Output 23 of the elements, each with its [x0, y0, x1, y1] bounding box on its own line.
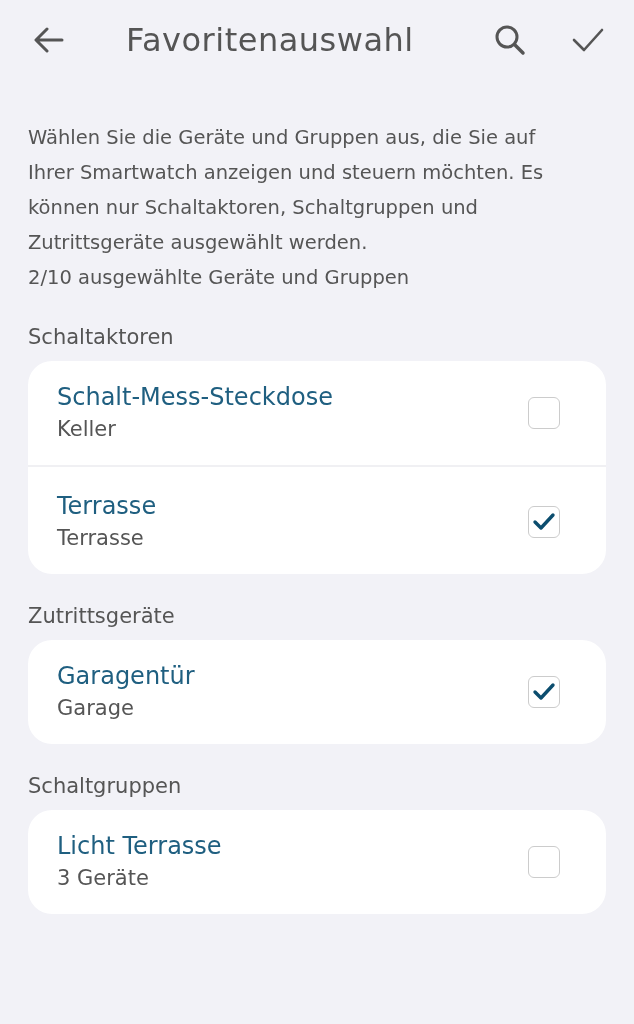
device-name: Schalt-Mess-Steckdose	[57, 382, 334, 413]
back-icon[interactable]	[34, 27, 64, 53]
section-title: Schaltaktoren	[28, 325, 175, 349]
device-location: Terrasse	[57, 525, 145, 552]
screen-title: Favoritenauswahl	[126, 21, 415, 59]
confirm-icon[interactable]	[572, 27, 604, 53]
checkbox[interactable]	[528, 397, 560, 429]
search-icon[interactable]	[494, 24, 526, 56]
checkbox[interactable]	[528, 506, 560, 538]
checkbox[interactable]	[528, 846, 560, 878]
checkmark-icon	[532, 512, 556, 532]
device-location: Keller	[57, 416, 117, 443]
device-location: Garage	[57, 695, 135, 722]
device-name: Terrasse	[57, 491, 158, 522]
checkmark-icon	[532, 682, 556, 702]
selection-count: 2/10 ausgewählte Geräte und Gruppen	[28, 265, 411, 291]
section-title: Schaltgruppen	[28, 774, 183, 798]
section-title: Zutrittsgeräte	[28, 604, 176, 628]
device-name: Licht Terrasse	[57, 831, 223, 862]
device-location: 3 Geräte	[57, 865, 150, 892]
checkbox[interactable]	[528, 676, 560, 708]
description-text: Wählen Sie die Geräte und Gruppen aus, die Sie auf Ihrer Smartwatch anzeigen und steuern möchten. Es können nur Schaltaktoren, Schaltgruppen und Zutrittsgeräte ausgewählt werden.	[28, 125, 545, 256]
device-name: Garagentür	[57, 661, 196, 692]
